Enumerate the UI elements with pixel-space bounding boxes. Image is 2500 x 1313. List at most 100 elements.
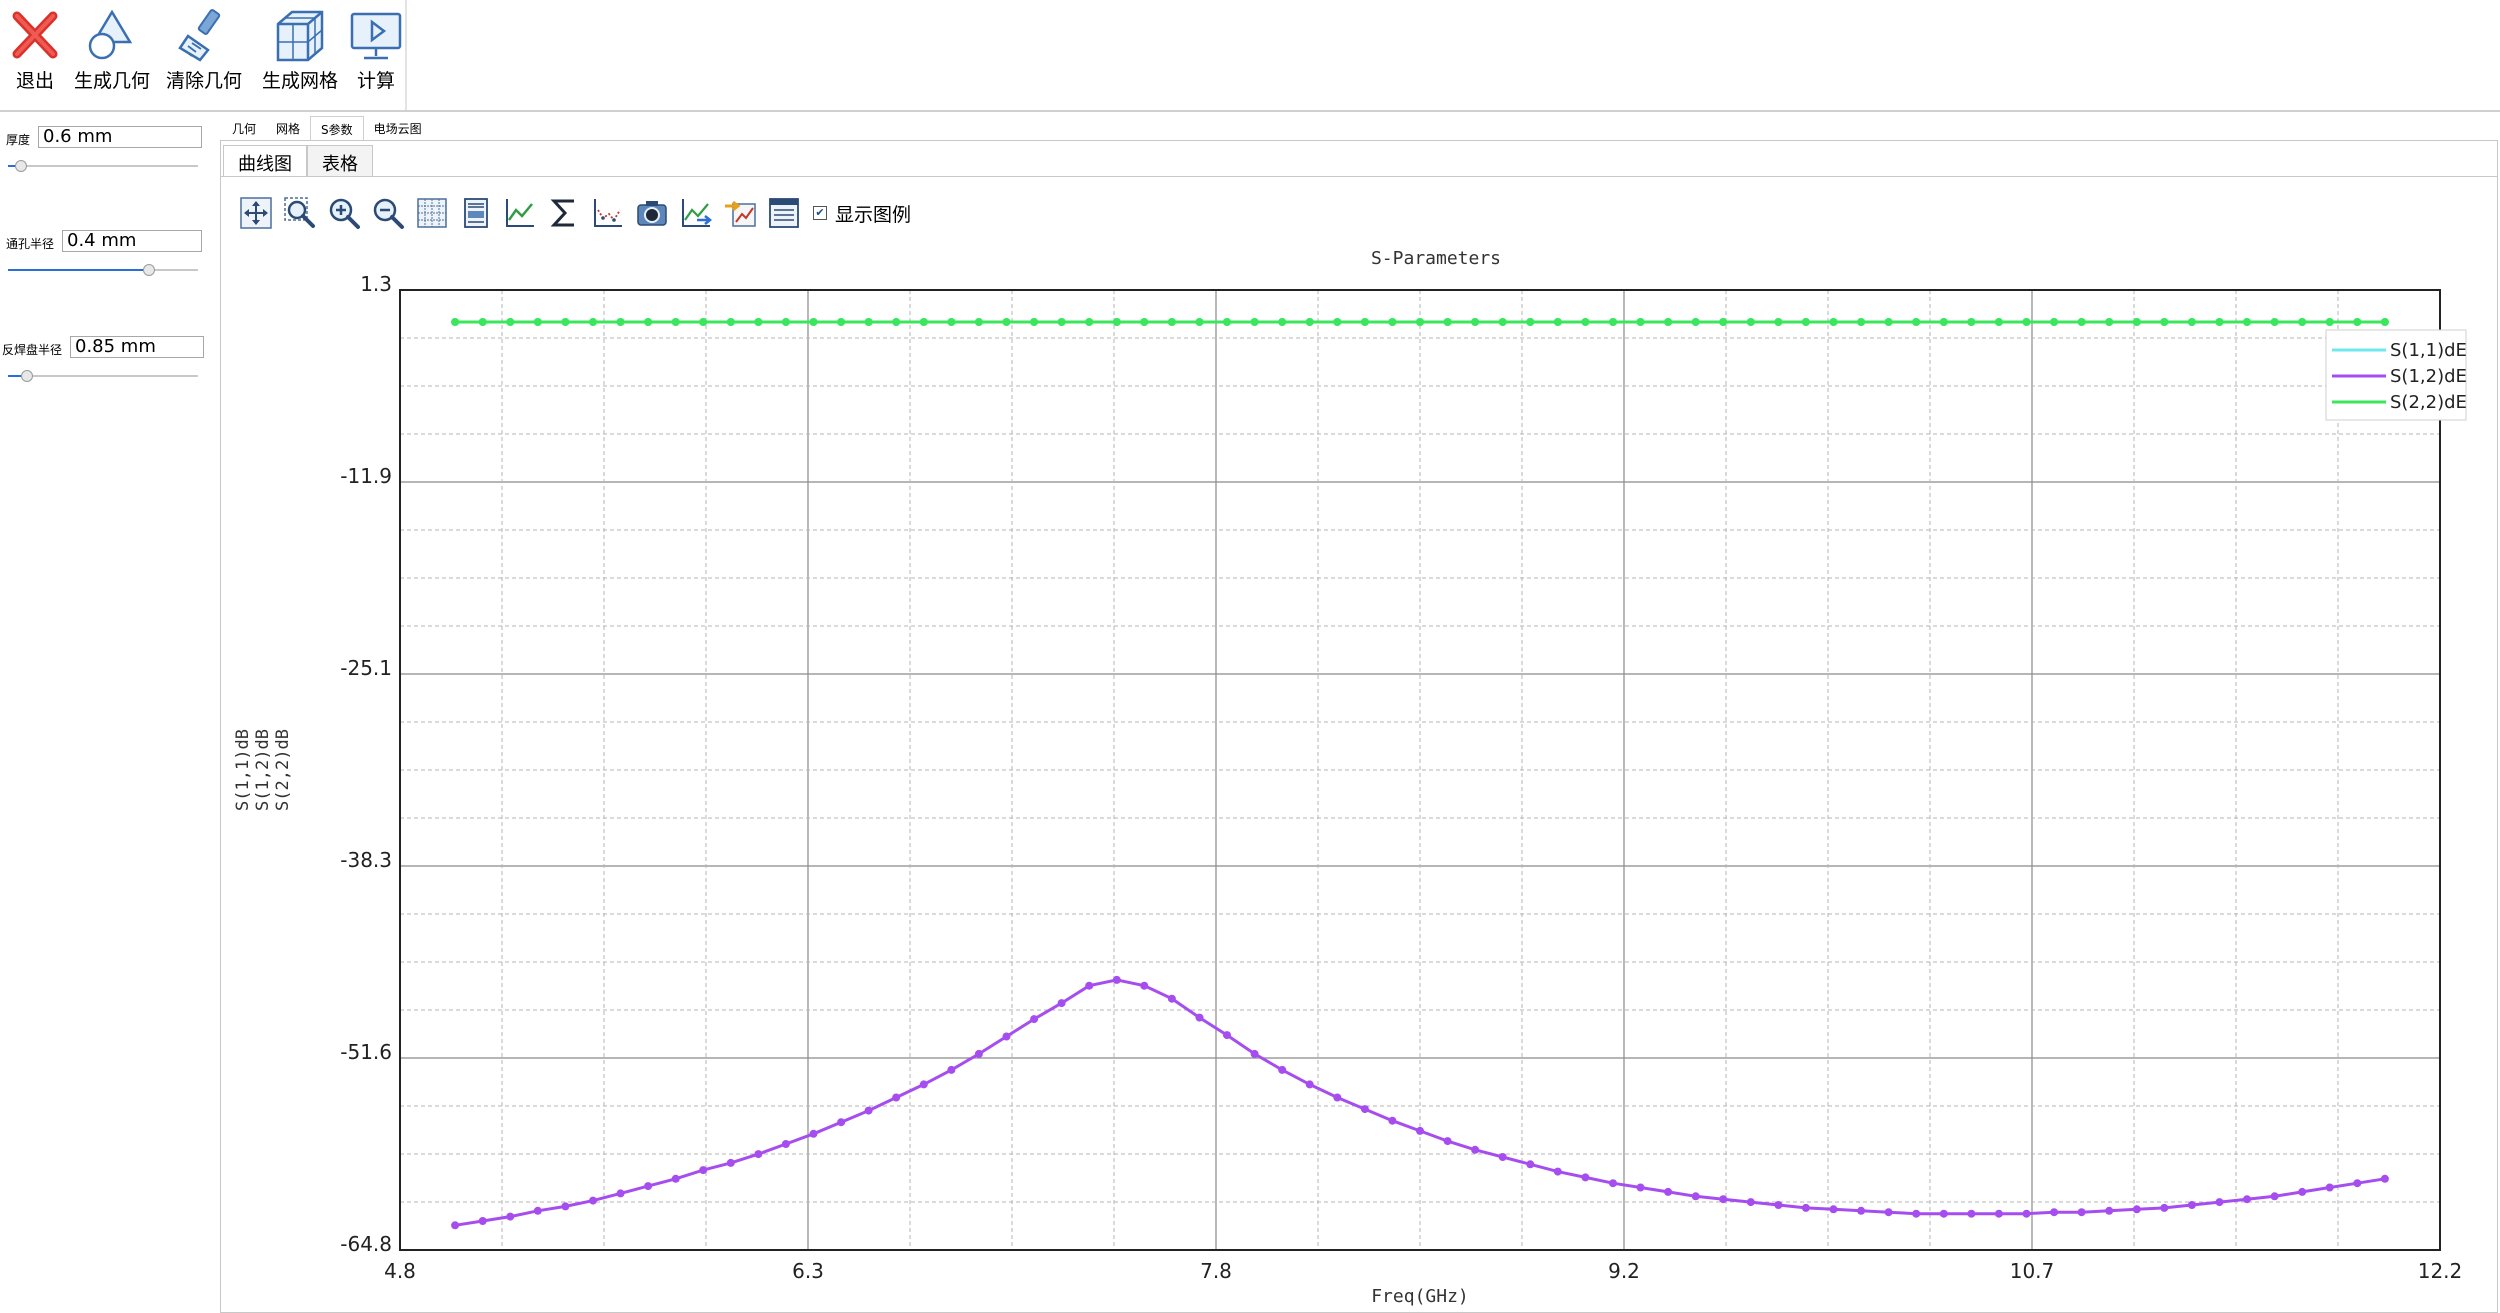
x-tick-label: 4.8 xyxy=(384,1259,416,1283)
data-point xyxy=(506,318,515,326)
thickness-slider-thumb[interactable] xyxy=(15,160,28,172)
zoom-box-button[interactable] xyxy=(281,194,319,232)
via-radius-input[interactable]: 0.4 mm xyxy=(62,230,202,252)
data-point xyxy=(754,1150,763,1159)
clear-geometry-button[interactable]: 清除几何 xyxy=(164,0,244,108)
data-point xyxy=(1691,1192,1700,1201)
data-point xyxy=(947,1065,956,1074)
data-point xyxy=(1278,318,1287,326)
data-point xyxy=(699,318,708,326)
data-point xyxy=(1471,1145,1480,1154)
pan-button[interactable] xyxy=(237,194,275,232)
tab-table[interactable]: 表格 xyxy=(307,145,373,177)
data-point xyxy=(589,1196,597,1205)
parameter-panel: 厚度 0.6 mm 通孔半径 0.4 mm 反焊盘半径 0.85 mm xyxy=(0,114,212,1313)
data-point xyxy=(1967,1209,1976,1218)
data-point xyxy=(947,318,956,326)
tab-mesh[interactable]: 网格 xyxy=(266,116,310,140)
properties-icon xyxy=(769,198,799,228)
scatter-button[interactable] xyxy=(589,194,627,232)
data-point xyxy=(2160,318,2169,326)
show-legend-label: 显示图例 xyxy=(835,203,912,226)
data-point xyxy=(1884,1208,1893,1217)
exit-icon xyxy=(12,11,58,59)
data-point xyxy=(1801,1203,1810,1212)
generate-geometry-button[interactable]: 生成几何 xyxy=(72,0,152,108)
tab-curve-plot[interactable]: 曲线图 xyxy=(223,145,307,177)
y-tick-label: -64.8 xyxy=(340,1232,392,1256)
exit-button[interactable]: 退出 xyxy=(4,0,66,108)
data-point xyxy=(1085,318,1094,326)
y-axis-labels: S(1,1)dB S(1,2)dB S(2,2)dB xyxy=(233,729,293,811)
data-point xyxy=(1609,318,1617,326)
y-tick-label: 1.3 xyxy=(360,272,392,296)
snapshot-button[interactable] xyxy=(633,194,671,232)
data-point xyxy=(451,1221,460,1230)
data-point xyxy=(1195,318,1204,326)
data-point xyxy=(2325,1183,2334,1192)
zoom-out-button[interactable] xyxy=(369,194,407,232)
data-point xyxy=(1360,318,1369,326)
data-point xyxy=(1939,1209,1948,1218)
grid-button[interactable] xyxy=(413,194,451,232)
data-point xyxy=(616,318,625,326)
data-point xyxy=(1112,318,1121,326)
thickness-label: 厚度 xyxy=(6,133,31,147)
data-point xyxy=(2105,1206,2114,1215)
compute-button[interactable]: 计算 xyxy=(346,0,406,108)
data-point xyxy=(2132,1205,2141,1214)
data-point xyxy=(2022,1209,2031,1218)
show-legend-checkbox[interactable]: ✔ 显示图例 xyxy=(813,200,911,227)
properties-button[interactable] xyxy=(765,194,803,232)
antipad-radius-slider[interactable] xyxy=(8,370,198,382)
tab-s-parameters[interactable]: S参数 xyxy=(310,116,364,140)
brush-icon xyxy=(178,9,221,62)
via-radius-slider-thumb[interactable] xyxy=(142,264,155,276)
data-point xyxy=(1416,318,1424,326)
data-point xyxy=(533,1206,542,1215)
tab-geometry[interactable]: 几何 xyxy=(222,116,266,140)
data-point xyxy=(2105,318,2114,326)
thickness-slider[interactable] xyxy=(8,160,198,172)
clear-geometry-label: 清除几何 xyxy=(165,70,242,92)
antipad-radius-label: 反焊盘半径 xyxy=(2,343,63,357)
data-point xyxy=(671,318,680,326)
y-tick-label: -38.3 xyxy=(340,848,392,872)
print-button[interactable] xyxy=(457,194,495,232)
s-parameter-chart[interactable]: S-Parameters 4.8 6.3 7.8 9.2 10.7 12.2 1.3 -11.… xyxy=(220,230,2496,1310)
zoom-in-button[interactable] xyxy=(325,194,363,232)
tab-field-contour[interactable]: 电场云图 xyxy=(364,116,432,140)
import-chart-button[interactable] xyxy=(721,194,759,232)
monitor-play-icon xyxy=(350,12,402,60)
checkbox-check-icon[interactable]: ✔ xyxy=(813,206,827,220)
data-point xyxy=(1857,318,1866,326)
antipad-radius-slider-thumb[interactable] xyxy=(21,370,33,382)
via-radius-slider[interactable] xyxy=(8,264,198,276)
legend-label: S(2,2)dE xyxy=(2390,392,2467,413)
data-point xyxy=(1471,318,1480,326)
x-tick-label: 6.3 xyxy=(792,1259,824,1283)
data-point xyxy=(2050,318,2059,326)
generate-mesh-label: 生成网格 xyxy=(261,70,338,92)
data-point xyxy=(671,1174,680,1183)
data-point xyxy=(1609,1179,1617,1188)
data-point xyxy=(1360,1105,1369,1114)
sum-button[interactable] xyxy=(545,194,583,232)
thickness-input[interactable]: 0.6 mm xyxy=(38,126,202,148)
data-point xyxy=(919,318,928,326)
chart-legend[interactable]: S(1,1)dE S(1,2)dE S(2,2)dE xyxy=(2325,329,2467,421)
x-tick-label: 10.7 xyxy=(2010,1259,2055,1283)
chart-ticks: 4.8 6.3 7.8 9.2 10.7 12.2 1.3 -11.9 -25.1 -38.3 -5… xyxy=(340,272,2462,1283)
data-point xyxy=(1526,318,1535,326)
data-point xyxy=(1829,1205,1838,1214)
generate-geometry-label: 生成几何 xyxy=(73,70,150,92)
series-3 xyxy=(451,318,2389,326)
chart-title: S-Parameters xyxy=(1371,248,1501,269)
generate-mesh-button[interactable]: 生成网格 xyxy=(260,0,340,108)
antipad-radius-input[interactable]: 0.85 mm xyxy=(70,336,204,358)
data-point xyxy=(1553,318,1562,326)
data-point xyxy=(1581,1173,1590,1182)
line-chart-button[interactable] xyxy=(501,194,539,232)
export-chart-button[interactable] xyxy=(677,194,715,232)
data-point xyxy=(2187,318,2196,326)
